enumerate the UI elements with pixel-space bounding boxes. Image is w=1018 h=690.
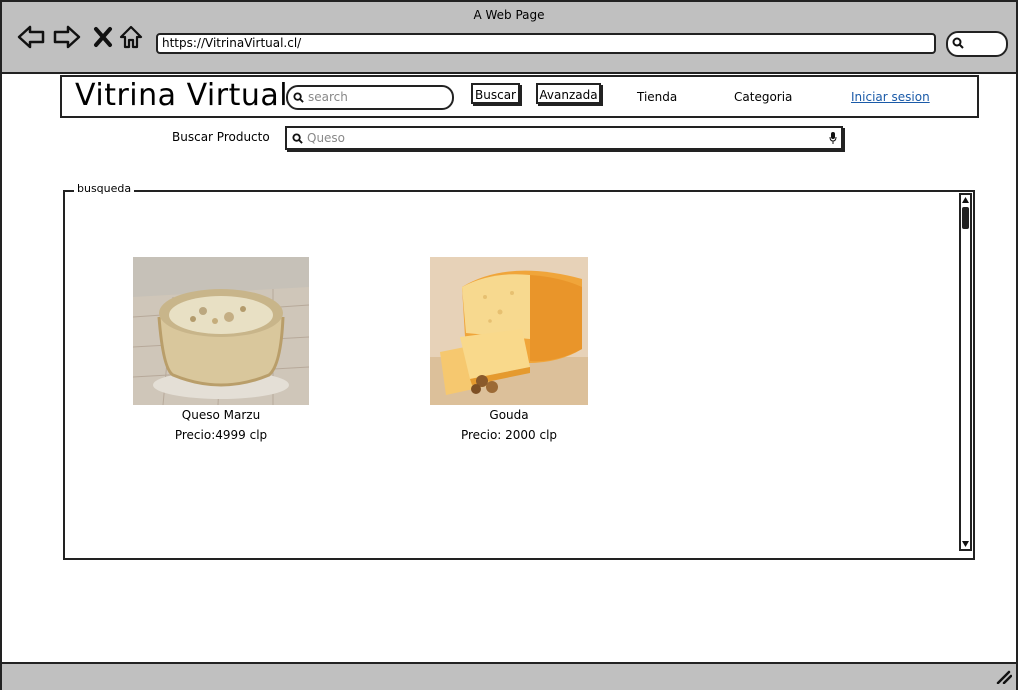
product-image[interactable] <box>133 257 309 405</box>
buscar-button[interactable]: Buscar <box>471 83 520 104</box>
product-card[interactable]: Queso Marzu Precio:4999 clp <box>133 257 309 442</box>
resize-grip-icon[interactable] <box>996 670 1012 684</box>
results-legend: busqueda <box>74 182 135 195</box>
scroll-up-arrow-icon[interactable] <box>961 195 970 205</box>
search-icon <box>952 37 964 49</box>
site-header: Vitrina Virtual search Buscar Avanzada T… <box>60 75 979 118</box>
product-price: Precio:4999 clp <box>174 428 268 442</box>
header-search-input[interactable]: search <box>286 85 454 110</box>
login-link[interactable]: Iniciar sesion <box>851 90 930 104</box>
search-icon <box>293 92 304 103</box>
product-search-input[interactable]: Queso <box>285 126 843 150</box>
address-bar[interactable]: https://VitrinaVirtual.cl/ <box>156 33 936 54</box>
nav-categoria[interactable]: Categoria <box>734 90 792 104</box>
search-product-label: Buscar Producto <box>172 130 270 144</box>
stop-x-icon[interactable] <box>92 24 114 50</box>
search-icon <box>292 133 303 144</box>
window-title: A Web Page <box>473 8 545 22</box>
results-scrollbar[interactable] <box>959 193 972 551</box>
microphone-icon[interactable] <box>829 132 837 144</box>
product-card[interactable]: Gouda Precio: 2000 clp <box>430 257 588 442</box>
browser-search-field[interactable] <box>946 31 1008 57</box>
product-name[interactable]: Gouda <box>430 408 588 422</box>
scroll-thumb[interactable] <box>962 207 969 229</box>
scroll-down-arrow-icon[interactable] <box>961 539 970 549</box>
header-search-placeholder: search <box>308 90 348 104</box>
cheese-image <box>133 257 309 405</box>
avanzada-button[interactable]: Avanzada <box>536 83 601 104</box>
nav-tienda[interactable]: Tienda <box>637 90 677 104</box>
product-image[interactable] <box>430 257 588 405</box>
site-brand: Vitrina Virtual <box>75 78 289 113</box>
browser-status-bar <box>2 662 1016 690</box>
back-arrow-icon[interactable] <box>16 24 46 50</box>
home-icon[interactable] <box>118 24 144 50</box>
browser-toolbar: A Web Page https://VitrinaVirtual.cl/ <box>2 2 1016 74</box>
browser-window: A Web Page https://VitrinaVirtual.cl/ Vi… <box>0 0 1018 690</box>
forward-arrow-icon[interactable] <box>52 24 82 50</box>
product-name[interactable]: Queso Marzu <box>133 408 309 422</box>
cheese-image <box>430 257 588 405</box>
product-price: Precio: 2000 clp <box>460 428 558 442</box>
product-search-value: Queso <box>307 131 346 145</box>
